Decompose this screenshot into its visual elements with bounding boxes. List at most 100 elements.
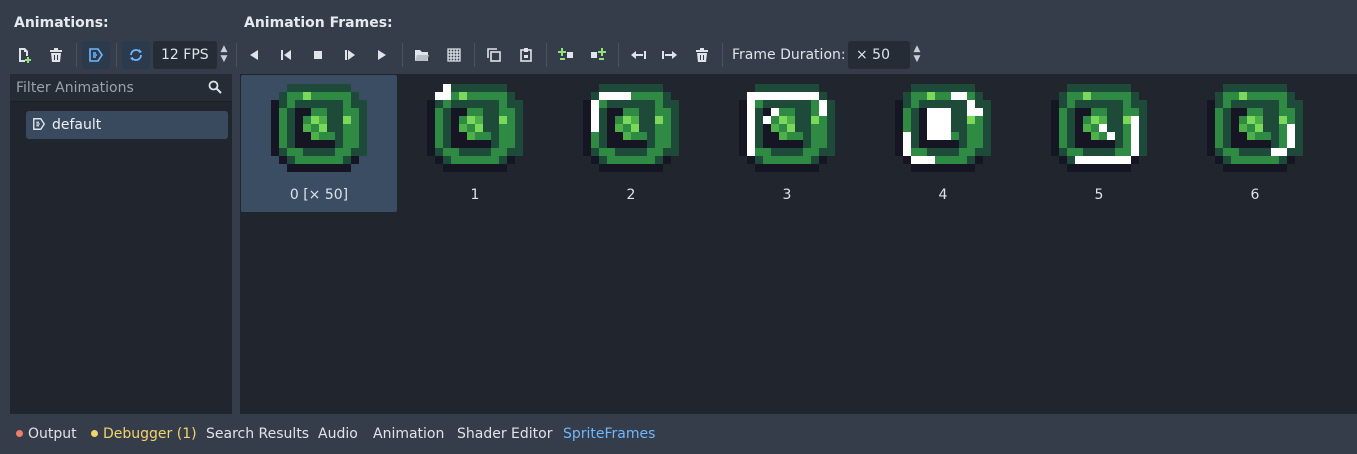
sprite-pixel (951, 156, 959, 164)
sprite-pixel (655, 140, 663, 148)
sprite-pixel (803, 124, 811, 132)
sprite-pixel (1123, 156, 1131, 164)
play-backwards-from-end-button[interactable] (272, 41, 300, 69)
sprite-pixel (483, 140, 491, 148)
tab-debugger[interactable]: Debugger (1) (91, 426, 197, 442)
autoplay-on-load-button[interactable] (82, 41, 110, 69)
add-animation-button[interactable] (10, 41, 38, 69)
sprite-pixel (787, 100, 795, 108)
sprite-pixel (631, 108, 639, 116)
sprite-pixel (811, 148, 819, 156)
sprite-pixel (1091, 124, 1099, 132)
sprite-pixel (335, 84, 343, 92)
sprite-pixel (303, 140, 311, 148)
move-frame-right-button[interactable] (656, 41, 684, 69)
sprite-pixel (1115, 84, 1123, 92)
animation-item-default[interactable]: default (26, 111, 228, 139)
insert-frame-before-button[interactable] (552, 41, 580, 69)
frame-tile[interactable]: 5 (1021, 75, 1177, 212)
tab-spriteframes[interactable]: SpriteFrames (563, 426, 655, 442)
frame-thumbnail (271, 84, 367, 172)
sprite-pixel (755, 124, 763, 132)
sprite-pixel (1067, 108, 1075, 116)
sprite-pixel (491, 116, 499, 124)
sprite-pixel (475, 124, 483, 132)
sprite-pixel (1091, 108, 1099, 116)
sprite-pixel (599, 100, 607, 108)
loop-toggle-button[interactable] (122, 41, 150, 69)
sprite-pixel (295, 140, 303, 148)
frame-duration-up-down-icon[interactable]: ▲ ▼ (911, 44, 923, 66)
frame-tile[interactable]: 2 (553, 75, 709, 212)
delete-animation-button[interactable] (42, 41, 70, 69)
sprite-pixel (1263, 84, 1271, 92)
load-frames-button[interactable] (408, 41, 436, 69)
stop-button[interactable] (304, 41, 332, 69)
tab-output[interactable]: Output (16, 426, 77, 442)
sprite-pixel (1051, 100, 1059, 108)
sprite-pixel (427, 132, 435, 140)
sprite-pixel (827, 124, 835, 132)
sprite-pixel (475, 140, 483, 148)
animation-tag-icon (32, 117, 46, 135)
sprite-pixel (295, 124, 303, 132)
tab-search-results[interactable]: Search Results (206, 426, 309, 442)
sprite-pixel (1091, 100, 1099, 108)
sprite-pixel (1295, 116, 1303, 124)
copy-frame-button[interactable] (480, 41, 508, 69)
sprite-pixel (435, 100, 443, 108)
frame-label: 0 [× 50] (289, 187, 349, 203)
sprite-pixel (1051, 148, 1059, 156)
sprite-pixel (1059, 100, 1067, 108)
frame-tile[interactable]: 4 (865, 75, 1021, 212)
frame-tile[interactable]: 3 (709, 75, 865, 212)
frame-tile[interactable]: 6 (1177, 75, 1333, 212)
sprite-pixel (343, 164, 351, 172)
sprite-pixel (475, 100, 483, 108)
sprite-pixel (599, 108, 607, 116)
load-from-spritesheet-button[interactable] (440, 41, 468, 69)
sprite-pixel (483, 116, 491, 124)
sprite-pixel (507, 140, 515, 148)
sprite-pixel (967, 84, 975, 92)
sprite-pixel (1239, 124, 1247, 132)
sprite-pixel (1099, 164, 1107, 172)
sprite-pixel (1279, 100, 1287, 108)
sprite-pixel (803, 92, 811, 100)
sprite-pixel (499, 92, 507, 100)
fps-spinbox[interactable]: 12 FPS (153, 41, 217, 69)
sprite-pixel (1067, 148, 1075, 156)
sprite-pixel (631, 140, 639, 148)
sprite-pixel (271, 100, 279, 108)
tab-audio[interactable]: Audio (318, 426, 358, 442)
move-frame-left-button[interactable] (624, 41, 652, 69)
sprite-pixel (895, 124, 903, 132)
sprite-pixel (319, 84, 327, 92)
sprite-pixel (327, 132, 335, 140)
sprite-pixel (1099, 132, 1107, 140)
paste-frame-button[interactable] (512, 41, 540, 69)
tab-animation[interactable]: Animation (373, 426, 444, 442)
sprite-pixel (763, 156, 771, 164)
insert-frame-after-button[interactable] (584, 41, 612, 69)
play-from-start-button[interactable] (336, 41, 364, 69)
frame-tile[interactable]: 0 [× 50] (241, 75, 397, 212)
play-backwards-button[interactable] (240, 41, 268, 69)
sprite-pixel (311, 92, 319, 100)
sprite-pixel (1107, 100, 1115, 108)
fps-up-down-icon[interactable]: ▲ ▼ (218, 44, 230, 66)
filter-animations-input[interactable]: Filter Animations (10, 74, 232, 102)
sprite-pixel (467, 156, 475, 164)
sprite-pixel (1115, 140, 1123, 148)
sprite-pixel (303, 132, 311, 140)
frame-duration-spinbox[interactable]: × 50 (848, 41, 910, 69)
sprite-pixel (911, 148, 919, 156)
sprite-pixel (1139, 116, 1147, 124)
grid-icon (447, 48, 461, 62)
frame-tile[interactable]: 1 (397, 75, 553, 212)
delete-frame-button[interactable] (688, 41, 716, 69)
tab-shader-editor[interactable]: Shader Editor (457, 426, 552, 442)
sprite-pixel (1139, 148, 1147, 156)
play-button[interactable] (368, 41, 396, 69)
sprite-pixel (1131, 108, 1139, 116)
